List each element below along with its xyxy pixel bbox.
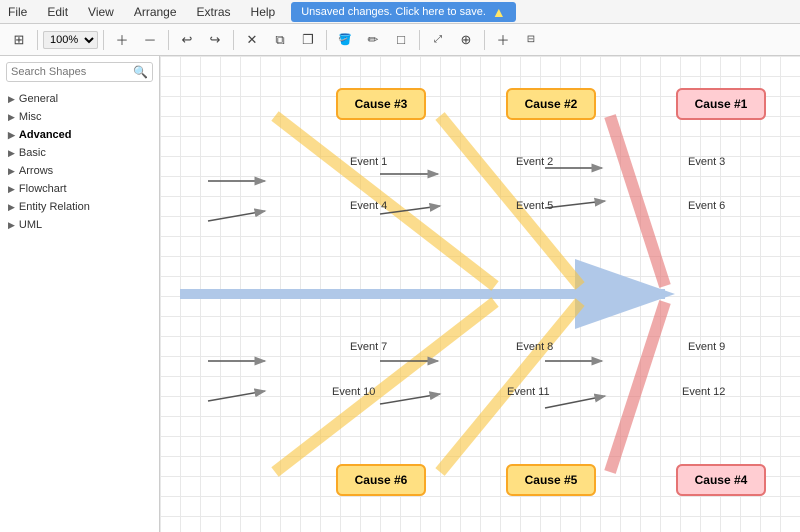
sidebar-item-arrows[interactable]: ▶ Arrows bbox=[6, 162, 153, 180]
cause-2-box[interactable]: Cause #2 bbox=[506, 88, 596, 120]
zoom-select[interactable]: 100%50%75%150%200% bbox=[43, 31, 98, 49]
chevron-right-icon: ▶ bbox=[8, 94, 15, 105]
event-8-label: Event 8 bbox=[516, 341, 553, 353]
separator-5 bbox=[326, 30, 327, 50]
event-1-label: Event 1 bbox=[350, 156, 387, 168]
chevron-right-icon: ▶ bbox=[8, 166, 15, 177]
sidebar-label-misc: Misc bbox=[19, 111, 42, 123]
sidebar-item-basic[interactable]: ▶ Basic bbox=[6, 144, 153, 162]
sidebar-label-general: General bbox=[19, 93, 58, 105]
chevron-right-icon: ▶ bbox=[8, 184, 15, 195]
chevron-right-icon: ▶ bbox=[8, 148, 15, 159]
search-box[interactable]: 🔍 bbox=[6, 62, 153, 82]
event-3-label: Event 3 bbox=[688, 156, 725, 168]
event-9-label: Event 9 bbox=[688, 341, 725, 353]
sidebar: 🔍 ▶ General ▶ Misc ▶ Advanced ▶ Basic ▶ … bbox=[0, 56, 160, 532]
chevron-right-icon: ▶ bbox=[8, 202, 15, 213]
chevron-right-icon: ▶ bbox=[8, 112, 15, 123]
event-6-label: Event 6 bbox=[688, 200, 725, 212]
cause-1-label: Cause #1 bbox=[695, 97, 748, 111]
search-input[interactable] bbox=[11, 66, 133, 78]
sidebar-label-arrows: Arrows bbox=[19, 165, 53, 177]
chevron-right-icon: ▶ bbox=[8, 130, 15, 141]
save-arrow-icon: ▲ bbox=[492, 4, 506, 20]
separator-1 bbox=[37, 30, 38, 50]
event-11-label: Event 11 bbox=[507, 386, 550, 398]
cause-3-box[interactable]: Cause #3 bbox=[336, 88, 426, 120]
waypoint-button[interactable]: ⤢ bbox=[425, 28, 451, 52]
event-4-label: Event 4 bbox=[350, 200, 387, 212]
zoom-in-button[interactable]: ＋ bbox=[109, 28, 135, 52]
menu-extras[interactable]: Extras bbox=[193, 3, 235, 21]
sidebar-item-general[interactable]: ▶ General bbox=[6, 90, 153, 108]
separator-6 bbox=[419, 30, 420, 50]
separator-3 bbox=[168, 30, 169, 50]
cause-2-label: Cause #2 bbox=[525, 97, 578, 111]
cause-4-box[interactable]: Cause #4 bbox=[676, 464, 766, 496]
event-5-label: Event 5 bbox=[516, 200, 553, 212]
menu-help[interactable]: Help bbox=[247, 3, 280, 21]
menu-arrange[interactable]: Arrange bbox=[130, 3, 181, 21]
event-12-label: Event 12 bbox=[682, 386, 725, 398]
menu-view[interactable]: View bbox=[84, 3, 118, 21]
cause-5-box[interactable]: Cause #5 bbox=[506, 464, 596, 496]
search-icon: 🔍 bbox=[133, 65, 148, 79]
cause-3-label: Cause #3 bbox=[355, 97, 408, 111]
sidebar-label-basic: Basic bbox=[19, 147, 46, 159]
sidebar-label-uml: UML bbox=[19, 219, 42, 231]
sidebar-item-uml[interactable]: ▶ UML bbox=[6, 216, 153, 234]
sidebar-label-advanced: Advanced bbox=[19, 129, 72, 141]
toolbar: ⊞ 100%50%75%150%200% ＋ － ↩ ↪ ✕ ⧉ ❐ 🪣 ✏ □… bbox=[0, 24, 800, 56]
zoom-out-button[interactable]: － bbox=[137, 28, 163, 52]
duplicate-button[interactable]: ⧉ bbox=[267, 28, 293, 52]
table-button[interactable]: ⊟ bbox=[518, 28, 544, 52]
event-10-label: Event 10 bbox=[332, 386, 375, 398]
menu-edit[interactable]: Edit bbox=[43, 3, 72, 21]
page-button[interactable]: ⊞ bbox=[6, 28, 32, 52]
sidebar-label-entity-relation: Entity Relation bbox=[19, 201, 90, 213]
fill-color-button[interactable]: 🪣 bbox=[332, 28, 358, 52]
sidebar-item-advanced[interactable]: ▶ Advanced bbox=[6, 126, 153, 144]
main-area: 🔍 ▶ General ▶ Misc ▶ Advanced ▶ Basic ▶ … bbox=[0, 56, 800, 532]
cause-1-box[interactable]: Cause #1 bbox=[676, 88, 766, 120]
diagram-svg bbox=[160, 56, 800, 532]
separator-4 bbox=[233, 30, 234, 50]
event-7-label: Event 7 bbox=[350, 341, 387, 353]
sidebar-label-flowchart: Flowchart bbox=[19, 183, 67, 195]
sidebar-item-misc[interactable]: ▶ Misc bbox=[6, 108, 153, 126]
redo-button[interactable]: ↪ bbox=[202, 28, 228, 52]
diagram-canvas[interactable]: Cause #3 Cause #2 Cause #1 Cause #6 Caus… bbox=[160, 56, 800, 532]
unsaved-changes-banner[interactable]: Unsaved changes. Click here to save. ▲ bbox=[291, 2, 516, 22]
separator-7 bbox=[484, 30, 485, 50]
shape-button[interactable]: □ bbox=[388, 28, 414, 52]
sidebar-item-flowchart[interactable]: ▶ Flowchart bbox=[6, 180, 153, 198]
unsaved-text: Unsaved changes. Click here to save. bbox=[301, 6, 486, 18]
menu-file[interactable]: File bbox=[4, 3, 31, 21]
undo-button[interactable]: ↩ bbox=[174, 28, 200, 52]
line-color-button[interactable]: ✏ bbox=[360, 28, 386, 52]
cause-5-label: Cause #5 bbox=[525, 473, 578, 487]
chevron-right-icon: ▶ bbox=[8, 220, 15, 231]
cause-6-label: Cause #6 bbox=[355, 473, 408, 487]
separator-2 bbox=[103, 30, 104, 50]
sidebar-item-entity-relation[interactable]: ▶ Entity Relation bbox=[6, 198, 153, 216]
cause-4-label: Cause #4 bbox=[695, 473, 748, 487]
menu-bar: File Edit View Arrange Extras Help Unsav… bbox=[0, 0, 800, 24]
event-2-label: Event 2 bbox=[516, 156, 553, 168]
copy-button[interactable]: ❐ bbox=[295, 28, 321, 52]
add-button[interactable]: ＋ bbox=[490, 28, 516, 52]
cause-6-box[interactable]: Cause #6 bbox=[336, 464, 426, 496]
delete-button[interactable]: ✕ bbox=[239, 28, 265, 52]
connect-button[interactable]: ⊕ bbox=[453, 28, 479, 52]
